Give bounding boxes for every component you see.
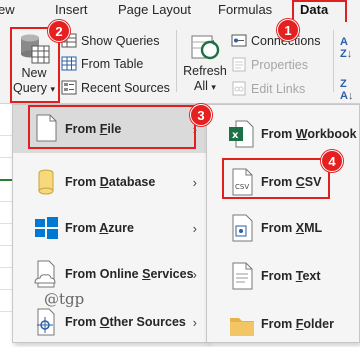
sort-az-icon[interactable]: A Z↓ <box>340 36 352 60</box>
refresh-icon <box>191 35 220 60</box>
other-sources-icon <box>37 308 55 336</box>
menu-item-from-other-sources[interactable]: From Other Sources › <box>13 299 207 345</box>
edit-links-icon <box>232 81 246 96</box>
menu-item-from-folder[interactable]: From Folder <box>207 301 359 347</box>
tab-page-layout[interactable]: Page Layout <box>118 2 191 17</box>
grid-line <box>0 267 12 268</box>
refresh-all-button[interactable]: Refresh All ▾ <box>181 32 229 100</box>
chevron-right-icon: › <box>192 314 197 330</box>
recent-sources-icon <box>61 80 77 95</box>
tab-insert[interactable]: Insert <box>55 2 88 17</box>
connections-icon <box>231 34 247 47</box>
from-table-button[interactable]: From Table <box>61 56 143 71</box>
chevron-right-icon: › <box>192 220 197 236</box>
step-badge-4: 4 <box>321 150 343 172</box>
ribbon-divider <box>176 30 177 92</box>
recent-sources-button[interactable]: Recent Sources <box>61 80 170 95</box>
menu-item-from-xml[interactable]: From XML <box>207 205 359 251</box>
grid-line <box>0 201 12 202</box>
grid-line <box>0 135 12 136</box>
excel-workbook-icon: x <box>229 120 254 148</box>
highlight-from-file <box>28 105 196 149</box>
grid-line <box>0 179 12 181</box>
azure-icon <box>35 217 58 239</box>
chevron-right-icon: › <box>192 266 197 282</box>
grid-line <box>0 289 12 290</box>
menu-item-from-azure[interactable]: From Azure › <box>13 205 207 251</box>
grid-line <box>0 223 12 224</box>
refresh-label-2: All ▾ <box>194 79 216 93</box>
grid-line <box>0 311 12 312</box>
menu-item-from-online-services[interactable]: From Online Services › <box>13 251 207 297</box>
refresh-label-1: Refresh <box>183 64 227 78</box>
menu-item-from-database[interactable]: From Database › <box>13 159 207 205</box>
step-badge-3: 3 <box>190 104 212 126</box>
properties-button[interactable]: Properties <box>231 57 308 72</box>
table-icon <box>61 56 77 71</box>
connections-button[interactable]: Connections <box>231 33 321 48</box>
tab-view[interactable]: ew <box>0 2 15 17</box>
xml-file-icon <box>232 214 253 242</box>
from-file-submenu: x From Workbook CSV From CSV From XML Fr… <box>206 104 360 343</box>
ribbon-divider <box>333 30 334 92</box>
step-badge-1: 1 <box>277 19 299 41</box>
database-icon <box>38 169 54 195</box>
sort-za-icon[interactable]: Z A↓ <box>340 78 353 102</box>
svg-text:x: x <box>232 130 239 141</box>
tab-formulas[interactable]: Formulas <box>218 2 272 17</box>
cloud-document-icon <box>34 260 56 288</box>
chevron-right-icon: › <box>192 174 197 190</box>
folder-icon <box>230 318 254 336</box>
properties-icon <box>232 57 246 72</box>
edit-links-button[interactable]: Edit Links <box>231 81 305 96</box>
menu-item-from-text[interactable]: From Text <box>207 253 359 299</box>
step-badge-2: 2 <box>48 20 70 42</box>
grid-line <box>0 245 12 246</box>
highlight-from-csv <box>222 158 330 199</box>
text-file-icon <box>232 262 253 290</box>
show-queries-button[interactable]: Show Queries <box>61 33 160 48</box>
watermark: @tgp <box>44 290 85 308</box>
grid-line <box>0 157 12 158</box>
